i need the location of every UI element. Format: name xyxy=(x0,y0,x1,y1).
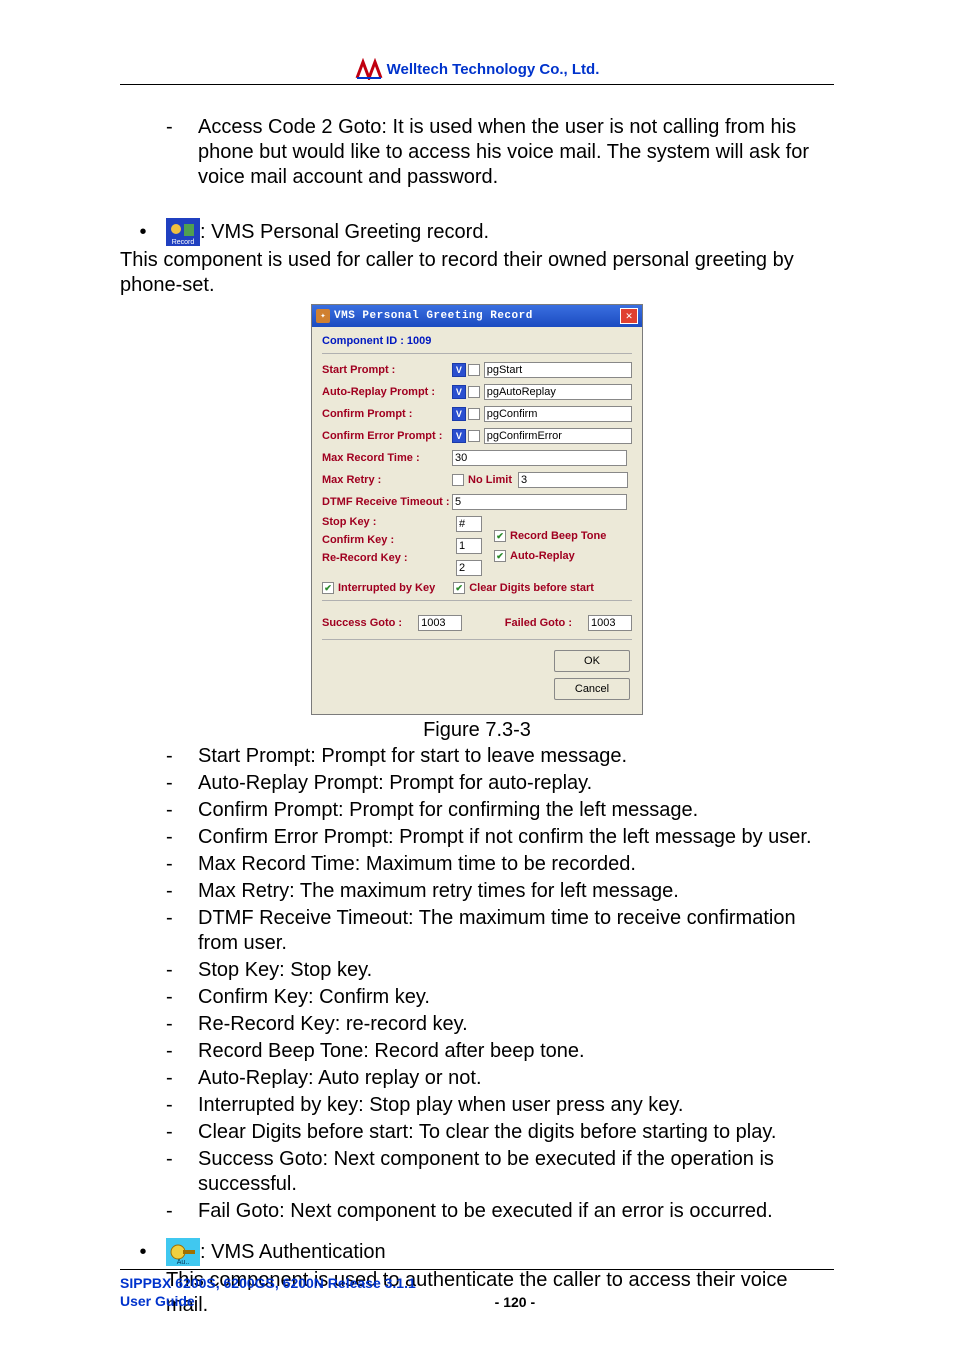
list-item: -Max Record Time: Maximum time to be rec… xyxy=(166,852,834,877)
section1-desc: This component is used for caller to rec… xyxy=(120,248,834,298)
label-confirm-error-prompt: Confirm Error Prompt : xyxy=(322,430,452,442)
list-item: -Fail Goto: Next component to be execute… xyxy=(166,1199,834,1224)
list-item: -Max Retry: The maximum retry times for … xyxy=(166,879,834,904)
success-goto-input[interactable] xyxy=(418,615,462,631)
confirm-key-input[interactable] xyxy=(456,538,482,554)
list-item: -DTMF Receive Timeout: The maximum time … xyxy=(166,906,834,956)
max-retry-input[interactable] xyxy=(518,472,628,488)
dialog-titlebar: ✦ VMS Personal Greeting Record ✕ xyxy=(312,305,642,327)
footer-page-number: - 120 - xyxy=(495,1294,535,1310)
nolimit-checkbox[interactable] xyxy=(452,474,464,486)
interrupted-label: Interrupted by Key xyxy=(338,582,435,594)
ok-button[interactable]: OK xyxy=(554,650,630,672)
confirm-prompt-checkbox[interactable] xyxy=(468,408,480,420)
start-prompt-input[interactable] xyxy=(484,362,632,378)
footer-divider xyxy=(120,1269,834,1270)
page-header: Welltech Technology Co., Ltd. xyxy=(120,58,834,80)
page-footer: SIPPBX 6200S, 6200GS, 6200N Release 3.1.… xyxy=(120,1249,834,1310)
dash-bullet: - xyxy=(166,115,198,190)
confirm-prompt-input[interactable] xyxy=(484,406,632,422)
intro-text: Access Code 2 Goto: It is used when the … xyxy=(198,115,834,190)
vms-dialog: ✦ VMS Personal Greeting Record ✕ Compone… xyxy=(311,304,643,715)
rerecord-key-input[interactable] xyxy=(456,560,482,576)
component-id: Component ID : 1009 xyxy=(322,335,632,354)
interrupted-checkbox[interactable]: ✔ xyxy=(322,582,334,594)
success-goto-label: Success Goto : xyxy=(322,617,402,629)
list-item: -Confirm Error Prompt: Prompt if not con… xyxy=(166,825,834,850)
dialog-title-icon: ✦ xyxy=(316,309,330,323)
stop-key-input[interactable] xyxy=(456,516,482,532)
company-name: Welltech Technology Co., Ltd. xyxy=(387,61,600,78)
start-prompt-checkbox[interactable] xyxy=(468,364,480,376)
label-rerecord-key: Re-Record Key : xyxy=(322,552,452,564)
confirm-error-checkbox[interactable] xyxy=(468,430,480,442)
intro-list-item: - Access Code 2 Goto: It is used when th… xyxy=(166,115,834,190)
clear-digits-checkbox[interactable]: ✔ xyxy=(453,582,465,594)
auto-replay-label: Auto-Replay xyxy=(510,550,575,562)
footer-line1: SIPPBX 6200S, 6200GS, 6200N Release 3.1.… xyxy=(120,1274,416,1292)
list-item: -Start Prompt: Prompt for start to leave… xyxy=(166,744,834,769)
list-item: -Auto-Replay: Auto replay or not. xyxy=(166,1066,834,1091)
figure-caption: Figure 7.3-3 xyxy=(120,719,834,742)
record-beep-label: Record Beep Tone xyxy=(510,530,606,542)
auto-replay-checkbox[interactable]: ✔ xyxy=(494,550,506,562)
dialog-title: VMS Personal Greeting Record xyxy=(334,310,620,322)
v-button[interactable]: V xyxy=(452,429,466,443)
company-logo-icon xyxy=(355,58,383,80)
label-confirm-prompt: Confirm Prompt : xyxy=(322,408,452,420)
label-dtmf-timeout: DTMF Receive Timeout : xyxy=(322,496,452,508)
label-max-retry: Max Retry : xyxy=(322,474,452,486)
section1-title: : VMS Personal Greeting record. xyxy=(200,220,489,245)
autoreplay-prompt-checkbox[interactable] xyxy=(468,386,480,398)
list-item: -Confirm Key: Confirm key. xyxy=(166,985,834,1010)
svg-text:Record: Record xyxy=(172,239,195,246)
list-item: -Success Goto: Next component to be exec… xyxy=(166,1147,834,1197)
cancel-button[interactable]: Cancel xyxy=(554,678,630,700)
footer-line2: User Guide xyxy=(120,1292,416,1310)
bullet-icon: • xyxy=(120,220,166,245)
header-divider xyxy=(120,84,834,85)
label-max-record: Max Record Time : xyxy=(322,452,452,464)
list-item: -Interrupted by key: Stop play when user… xyxy=(166,1093,834,1118)
label-autoreplay-prompt: Auto-Replay Prompt : xyxy=(322,386,452,398)
v-button[interactable]: V xyxy=(452,407,466,421)
nolimit-label: No Limit xyxy=(468,474,512,486)
dtmf-timeout-input[interactable] xyxy=(452,494,627,510)
confirm-error-input[interactable] xyxy=(484,428,632,444)
list-item: -Auto-Replay Prompt: Prompt for auto-rep… xyxy=(166,771,834,796)
autoreplay-prompt-input[interactable] xyxy=(484,384,632,400)
label-stop-key: Stop Key : xyxy=(322,516,452,528)
label-start-prompt: Start Prompt : xyxy=(322,364,452,376)
list-item: -Re-Record Key: re-record key. xyxy=(166,1012,834,1037)
v-button[interactable]: V xyxy=(452,385,466,399)
list-item: -Stop Key: Stop key. xyxy=(166,958,834,983)
list-item: -Confirm Prompt: Prompt for confirming t… xyxy=(166,798,834,823)
clear-digits-label: Clear Digits before start xyxy=(469,582,594,594)
v-button[interactable]: V xyxy=(452,363,466,377)
close-icon[interactable]: ✕ xyxy=(620,308,638,324)
max-record-input[interactable] xyxy=(452,450,627,466)
label-confirm-key: Confirm Key : xyxy=(322,534,452,546)
section-heading: • Record : VMS Personal Greeting record. xyxy=(120,218,834,246)
failed-goto-input[interactable] xyxy=(588,615,632,631)
list-item: -Clear Digits before start: To clear the… xyxy=(166,1120,834,1145)
list-item: -Record Beep Tone: Record after beep ton… xyxy=(166,1039,834,1064)
vms-record-icon: Record xyxy=(166,218,200,246)
record-beep-checkbox[interactable]: ✔ xyxy=(494,530,506,542)
failed-goto-label: Failed Goto : xyxy=(505,617,572,629)
